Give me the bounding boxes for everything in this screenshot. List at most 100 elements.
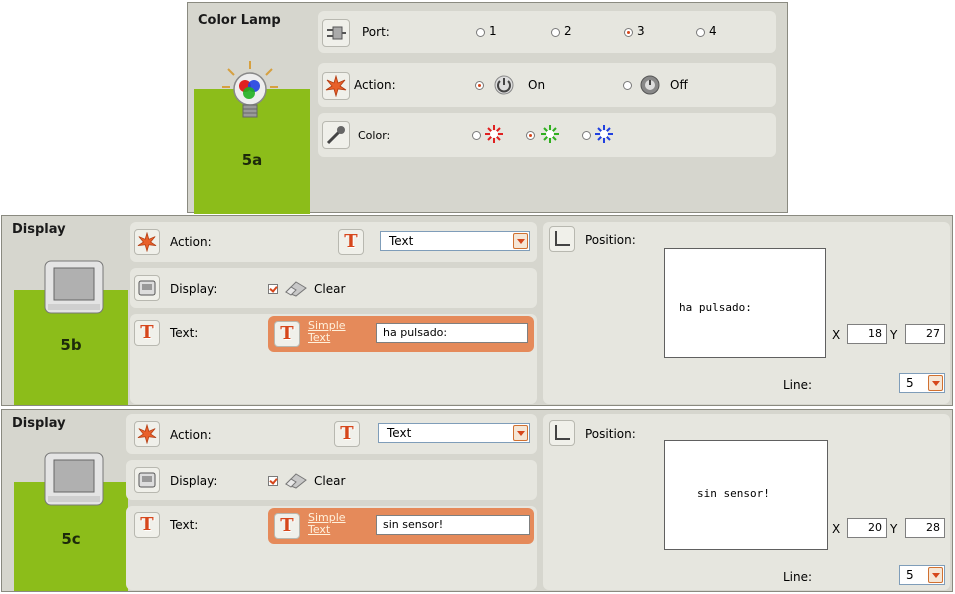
display-panel-5c: Display 5c Action: T Text Display: Clear… — [1, 409, 953, 592]
line-dropdown-value: 5 — [906, 568, 914, 582]
position-label: Position: — [585, 427, 636, 441]
port-row: Port: 1 2 3 4 — [318, 11, 776, 53]
plug-icon — [322, 19, 350, 47]
text-icon: T — [134, 320, 160, 346]
display-mini-icon — [134, 275, 160, 301]
line-label: Line: — [783, 570, 813, 584]
eraser-icon — [285, 473, 307, 489]
simple-text-icon: T — [274, 321, 300, 347]
port-option-4: 4 — [709, 24, 717, 38]
display-label: Display: — [170, 474, 218, 488]
display-row: Display: Clear — [130, 268, 537, 308]
preview-text: sin sensor! — [697, 487, 770, 500]
eraser-icon — [285, 281, 307, 297]
color-lamp-panel: Color Lamp 5a Port: 1 2 3 4 Action: On O… — [187, 2, 788, 214]
port-option-1: 1 — [489, 24, 497, 38]
clear-label: Clear — [314, 282, 346, 296]
clear-checkbox[interactable] — [268, 476, 278, 486]
clear-label: Clear — [314, 474, 346, 488]
dropdown-arrow-icon[interactable] — [513, 233, 528, 249]
action-off-radio[interactable] — [623, 81, 632, 90]
action-dropdown-value: Text — [389, 234, 414, 248]
position-label: Position: — [585, 233, 636, 247]
color-radio-blue[interactable] — [582, 131, 591, 140]
red-light-icon — [485, 125, 503, 143]
display-screen-icon — [44, 452, 104, 506]
display-label: Display: — [170, 282, 218, 296]
x-label: X — [832, 328, 841, 342]
action-label: Action: — [170, 428, 212, 442]
simple-text-link[interactable]: Simple Text — [308, 320, 348, 344]
action-dropdown[interactable]: Text — [380, 231, 530, 251]
simple-text-icon: T — [274, 513, 300, 539]
position-axis-icon — [549, 226, 575, 252]
position-area: Position: sin sensor! X 20 Y 28 Line: 5 — [543, 414, 950, 590]
port-radio-4[interactable] — [696, 28, 705, 37]
port-radio-3[interactable] — [624, 28, 633, 37]
action-label: Action: — [170, 235, 212, 249]
display-row: Display: Clear — [126, 460, 537, 500]
block-label: 5c — [61, 530, 81, 548]
line-dropdown[interactable]: 5 — [899, 565, 945, 585]
panel-title: Color Lamp — [198, 13, 281, 28]
preview-text: ha pulsado: — [679, 301, 752, 314]
line-label: Line: — [783, 378, 813, 392]
display-panel-5b: Display 5b Action: T Text Display: Clear… — [1, 215, 953, 406]
y-input[interactable]: 27 — [905, 324, 945, 344]
text-input[interactable]: sin sensor! — [376, 515, 530, 535]
text-row: T Text: T Simple Text sin sensor! — [126, 506, 537, 590]
port-radio-1[interactable] — [476, 28, 485, 37]
action-off-label: Off — [670, 78, 688, 92]
action-on-label: On — [528, 78, 546, 92]
x-input[interactable]: 18 — [847, 324, 887, 344]
action-star-icon — [134, 229, 160, 255]
power-on-icon — [494, 75, 514, 95]
dropdown-arrow-icon[interactable] — [928, 567, 943, 583]
action-star-icon — [134, 421, 160, 447]
panel-title: Display — [12, 416, 66, 431]
display-preview[interactable]: ha pulsado: — [664, 248, 826, 358]
text-type-icon: T — [334, 421, 360, 447]
line-dropdown-value: 5 — [906, 376, 914, 390]
action-row: Action: T Text — [130, 222, 537, 262]
lamp-bulb-icon — [222, 61, 278, 118]
action-dropdown[interactable]: Text — [378, 423, 530, 443]
y-input[interactable]: 28 — [905, 518, 945, 538]
text-row: T Text: T Simple Text ha pulsado: — [130, 314, 537, 404]
dropdown-arrow-icon[interactable] — [513, 425, 528, 441]
text-input[interactable]: ha pulsado: — [376, 323, 528, 343]
panel-title: Display — [12, 222, 66, 237]
x-label: X — [832, 522, 841, 536]
color-row: Color: — [318, 113, 776, 157]
simple-text-bar: T Simple Text ha pulsado: — [268, 316, 534, 352]
text-type-icon: T — [338, 229, 364, 255]
position-axis-icon — [549, 420, 575, 446]
y-label: Y — [890, 522, 898, 536]
green-light-icon — [541, 125, 559, 143]
port-option-2: 2 — [564, 24, 572, 38]
dropdown-arrow-icon[interactable] — [928, 375, 943, 391]
simple-text-bar: T Simple Text sin sensor! — [268, 508, 534, 544]
action-label: Action: — [354, 78, 396, 92]
action-row: Action: On Off — [318, 63, 776, 107]
display-preview[interactable]: sin sensor! — [664, 440, 828, 550]
color-picker-icon — [322, 121, 350, 149]
clear-checkbox[interactable] — [268, 284, 278, 294]
display-mini-icon — [134, 467, 160, 493]
y-label: Y — [890, 328, 898, 342]
text-label: Text: — [170, 326, 199, 340]
simple-text-link[interactable]: Simple Text — [308, 512, 348, 536]
port-label: Port: — [362, 25, 390, 39]
x-input[interactable]: 20 — [847, 518, 887, 538]
port-option-3: 3 — [637, 24, 645, 38]
line-dropdown[interactable]: 5 — [899, 373, 945, 393]
color-radio-green[interactable] — [526, 131, 535, 140]
color-radio-red[interactable] — [472, 131, 481, 140]
action-row: Action: T Text — [126, 414, 537, 454]
action-on-radio[interactable] — [475, 81, 484, 90]
action-dropdown-value: Text — [387, 426, 412, 440]
text-label: Text: — [170, 518, 199, 532]
blue-light-icon — [595, 125, 613, 143]
port-radio-2[interactable] — [551, 28, 560, 37]
action-star-icon — [322, 72, 350, 100]
